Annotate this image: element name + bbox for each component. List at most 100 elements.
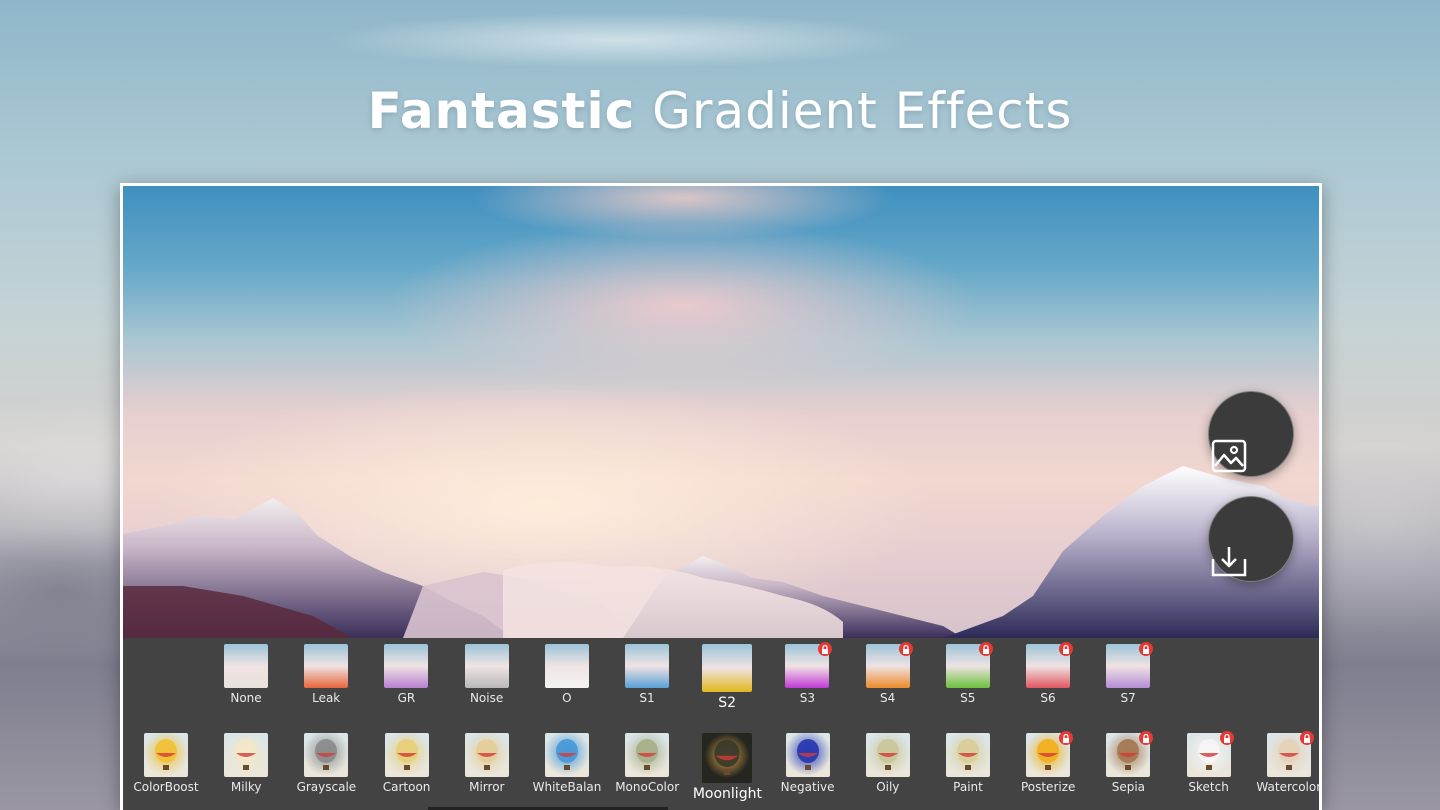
effect-label: WhiteBalan <box>532 780 602 794</box>
filter-thumbnail <box>865 642 913 688</box>
download-icon <box>1211 547 1247 577</box>
effect-label: Grayscale <box>296 780 357 794</box>
filter-label: O <box>562 691 572 705</box>
filter-label: S3 <box>799 691 816 705</box>
effect-item-negative[interactable]: Negative <box>768 733 848 794</box>
balloon-icon <box>395 739 418 770</box>
lock-icon <box>1059 642 1073 656</box>
effect-label: Negative <box>780 780 835 794</box>
effects-toolbar: None Leak GR Noise O S1 S2 S3 S4 S5 S6 S7 ColorBoos… <box>123 638 1319 810</box>
filter-thumbnail <box>464 644 509 688</box>
effect-item-grayscale[interactable]: Grayscale <box>286 733 366 794</box>
effect-label: MonoColor <box>615 780 680 794</box>
effect-thumbnail <box>865 733 910 777</box>
lock-icon <box>978 642 993 656</box>
effect-item-mirror[interactable]: Mirror <box>447 733 527 794</box>
balloon-icon <box>714 739 740 776</box>
filter-label: Leak <box>312 691 341 705</box>
filter-thumbnail <box>945 642 993 688</box>
phone-frame: None Leak GR Noise O S1 S2 S3 S4 S5 S6 S7 ColorBoos… <box>120 183 1322 810</box>
effect-label: Watercolor <box>1256 780 1319 794</box>
lock-icon <box>1299 731 1314 745</box>
effect-row: ColorBoost Milky Grayscale Cartoon Mirror Whi… <box>123 731 1319 808</box>
effect-item-moonlight[interactable]: Moonlight <box>687 733 767 802</box>
filter-label: S5 <box>960 691 976 705</box>
filter-thumbnail <box>702 644 753 692</box>
effect-item-cartoon[interactable]: Cartoon <box>367 733 447 794</box>
filter-item-gr[interactable]: GR <box>366 644 446 705</box>
effect-item-sepia[interactable]: Sepia <box>1088 731 1168 794</box>
filter-row: None Leak GR Noise O S1 S2 S3 S4 S5 S6 S7 <box>123 642 1319 714</box>
filter-thumbnail <box>785 642 833 688</box>
filter-item-o[interactable]: O <box>527 644 607 705</box>
effect-label: ColorBoost <box>133 780 199 794</box>
effect-item-watercolor[interactable]: Watercolor <box>1249 731 1319 794</box>
filter-thumbnail <box>304 644 349 688</box>
effect-thumbnail <box>224 733 269 777</box>
effect-item-monocolor[interactable]: MonoColor <box>607 733 687 794</box>
filter-item-leak[interactable]: Leak <box>286 644 366 705</box>
lock-icon <box>1139 731 1154 745</box>
filter-item-s6[interactable]: S6 <box>1008 642 1088 705</box>
mountain-landscape <box>123 466 1319 638</box>
effect-label: Sketch <box>1188 780 1229 794</box>
filter-item-none[interactable]: None <box>206 644 286 705</box>
effect-item-paint[interactable]: Paint <box>928 733 1008 794</box>
filter-thumbnail <box>544 644 589 688</box>
filter-label: S2 <box>718 695 737 711</box>
effect-label: Sepia <box>1111 780 1146 794</box>
balloon-icon <box>796 739 819 770</box>
effect-item-sketch[interactable]: Sketch <box>1169 731 1249 794</box>
lock-icon <box>898 642 913 656</box>
effect-thumbnail <box>144 733 188 777</box>
effect-label: Posterize <box>1020 780 1076 794</box>
filter-item-s7[interactable]: S7 <box>1088 642 1168 705</box>
effect-item-posterize[interactable]: Posterize <box>1008 731 1088 794</box>
balloon-icon <box>636 739 659 770</box>
effect-item-milky[interactable]: Milky <box>206 733 286 794</box>
image-icon <box>1211 439 1247 473</box>
balloon-icon <box>556 739 578 770</box>
effect-label: Cartoon <box>382 780 431 794</box>
effect-thumbnail <box>946 733 990 777</box>
filter-label: GR <box>397 691 416 705</box>
headline-light: Gradient Effects <box>652 82 1073 140</box>
filter-thumbnail <box>224 644 268 688</box>
save-button[interactable] <box>1208 496 1294 582</box>
filter-label: S6 <box>1040 691 1056 705</box>
effect-thumbnail <box>545 733 589 777</box>
effect-thumbnail <box>785 733 830 777</box>
filter-item-s3[interactable]: S3 <box>767 642 847 705</box>
effect-item-whitebalan[interactable]: WhiteBalan <box>527 733 607 794</box>
filter-item-s2[interactable]: S2 <box>687 644 767 711</box>
filter-label: S4 <box>879 691 896 705</box>
filter-item-s1[interactable]: S1 <box>607 644 687 705</box>
filter-thumbnail <box>384 644 429 688</box>
balloon-icon <box>957 739 979 770</box>
lock-icon <box>818 642 833 656</box>
effect-label: Milky <box>230 780 262 794</box>
effect-label: Moonlight <box>692 786 762 802</box>
filter-item-s4[interactable]: S4 <box>848 642 928 705</box>
filter-item-s5[interactable]: S5 <box>928 642 1008 705</box>
effect-label: Paint <box>953 780 983 794</box>
effect-thumbnail <box>1106 731 1154 777</box>
effect-thumbnail <box>1186 731 1234 777</box>
lock-icon <box>1219 731 1234 745</box>
photo-preview <box>123 186 1319 638</box>
filter-item-noise[interactable]: Noise <box>447 644 527 705</box>
effect-thumbnail <box>384 733 429 777</box>
balloon-icon <box>235 739 258 770</box>
lock-icon <box>1059 731 1074 745</box>
filter-thumbnail <box>1026 642 1073 688</box>
headline: Fantastic Gradient Effects <box>0 82 1440 140</box>
gallery-button[interactable] <box>1208 391 1294 477</box>
balloon-icon <box>315 739 338 770</box>
effect-thumbnail <box>625 733 670 777</box>
effect-item-colorboost[interactable]: ColorBoost <box>126 733 206 794</box>
effect-thumbnail <box>702 733 753 783</box>
effect-thumbnail <box>1266 731 1314 777</box>
filter-thumbnail <box>1106 642 1154 688</box>
effect-thumbnail <box>464 733 509 777</box>
effect-item-oily[interactable]: Oily <box>848 733 928 794</box>
